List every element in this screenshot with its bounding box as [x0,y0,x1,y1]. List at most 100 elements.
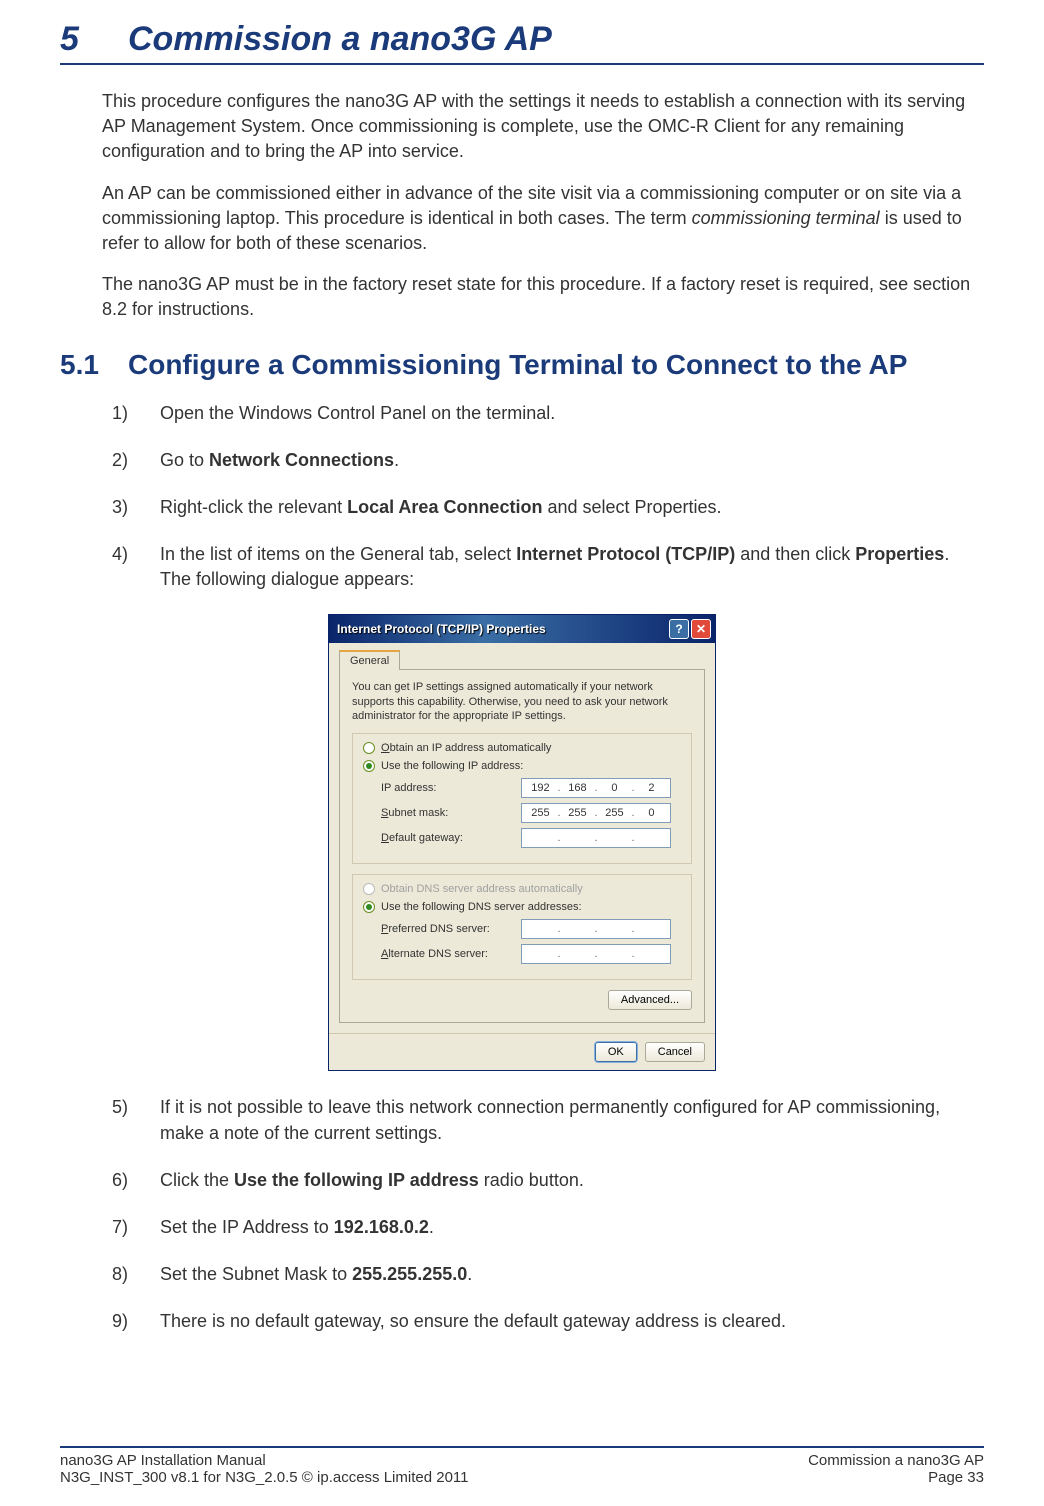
radio-label: Obtain DNS server address automatically [381,883,583,895]
tcpip-properties-dialog: Internet Protocol (TCP/IP) Properties ? … [328,614,716,1071]
octet: 255 [528,807,552,819]
intro-para-1: This procedure configures the nano3G AP … [102,89,984,165]
step-7: 7) Set the IP Address to 192.168.0.2. [112,1215,984,1240]
bold: 255.255.255.0 [352,1264,467,1284]
octet: 255 [602,807,626,819]
radio-obtain-ip-auto[interactable]: Obtain an IP address automatically [363,742,681,754]
radio-label: Use the following IP address: [381,760,523,772]
text: . [394,450,399,470]
step-text: In the list of items on the General tab,… [160,542,984,592]
step-number: 8) [112,1262,160,1287]
step-text: Click the Use the following IP address r… [160,1168,984,1193]
text: Go to [160,450,209,470]
text: . [467,1264,472,1284]
step-5: 5) If it is not possible to leave this n… [112,1095,984,1145]
dialog-titlebar[interactable]: Internet Protocol (TCP/IP) Properties ? … [329,615,715,643]
octet: 255 [565,807,589,819]
footer-doc-title: nano3G AP Installation Manual [60,1452,469,1469]
dialog-screenshot: Internet Protocol (TCP/IP) Properties ? … [60,614,984,1071]
text: Set the IP Address to [160,1217,334,1237]
alternate-dns-row: Alternate DNS server: . . . [363,944,681,964]
text: radio button. [479,1170,584,1190]
preferred-dns-input[interactable]: . . . [521,919,671,939]
step-text: Set the IP Address to 192.168.0.2. [160,1215,984,1240]
radio-label: Use the following DNS server addresses: [381,901,582,913]
footer-doc-version: N3G_INST_300 v8.1 for N3G_2.0.5 © ip.acc… [60,1469,469,1486]
step-text: There is no default gateway, so ensure t… [160,1309,984,1334]
ok-button[interactable]: OK [595,1042,637,1062]
bold: Network Connections [209,450,394,470]
subnet-mask-row: Subnet mask: 255. 255. 255. 0 [363,803,681,823]
text: In the list of items on the General tab,… [160,544,516,564]
advanced-button[interactable]: Advanced... [608,990,692,1010]
radio-label: Obtain an IP address automatically [381,742,551,754]
alternate-dns-label: Alternate DNS server: [381,948,521,960]
step-number: 6) [112,1168,160,1193]
step-number: 7) [112,1215,160,1240]
step-number: 1) [112,401,160,426]
radio-icon [363,883,375,895]
step-text: If it is not possible to leave this netw… [160,1095,984,1145]
ip-address-label: IP address: [381,782,521,794]
intro-para-2: An AP can be commissioned either in adva… [102,181,984,257]
tab-panel-general: You can get IP settings assigned automat… [339,670,705,1023]
radio-obtain-dns-auto: Obtain DNS server address automatically [363,883,681,895]
step-text: Set the Subnet Mask to 255.255.255.0. [160,1262,984,1287]
emphasis: commissioning terminal [692,208,880,228]
step-8: 8) Set the Subnet Mask to 255.255.255.0. [112,1262,984,1287]
radio-icon [363,901,375,913]
help-button[interactable]: ? [669,619,689,639]
step-3: 3) Right-click the relevant Local Area C… [112,495,984,520]
ip-address-row: IP address: 192. 168. 0. 2 [363,778,681,798]
octet: 2 [639,782,663,794]
step-2: 2) Go to Network Connections. [112,448,984,473]
page-footer: nano3G AP Installation Manual N3G_INST_3… [60,1446,984,1486]
alternate-dns-input[interactable]: . . . [521,944,671,964]
titlebar-buttons: ? ✕ [669,619,711,639]
bold: Use the following IP address [234,1170,479,1190]
step-number: 4) [112,542,160,592]
tab-general[interactable]: General [339,650,400,670]
bold: Internet Protocol (TCP/IP) [516,544,735,564]
subnet-mask-input[interactable]: 255. 255. 255. 0 [521,803,671,823]
dialog-footer: OK Cancel [329,1033,715,1070]
close-button[interactable]: ✕ [691,619,711,639]
ip-settings-group: Obtain an IP address automatically Use t… [352,733,692,864]
radio-icon [363,742,375,754]
tab-strip: General [339,649,705,670]
octet: 168 [565,782,589,794]
text: and then click [735,544,855,564]
cancel-button[interactable]: Cancel [645,1042,705,1062]
dialog-description: You can get IP settings assigned automat… [352,680,692,723]
step-text: Open the Windows Control Panel on the te… [160,401,984,426]
text: Set the Subnet Mask to [160,1264,352,1284]
radio-icon [363,760,375,772]
step-9: 9) There is no default gateway, so ensur… [112,1309,984,1334]
default-gateway-input[interactable]: . . . [521,828,671,848]
step-number: 2) [112,448,160,473]
radio-use-following-dns[interactable]: Use the following DNS server addresses: [363,901,681,913]
default-gateway-label: Default gateway: [381,832,521,844]
preferred-dns-label: Preferred DNS server: [381,923,521,935]
radio-use-following-ip[interactable]: Use the following IP address: [363,760,681,772]
text: Click the [160,1170,234,1190]
step-4: 4) In the list of items on the General t… [112,542,984,592]
dns-settings-group: Obtain DNS server address automatically … [352,874,692,980]
footer-chapter-title: Commission a nano3G AP [808,1452,984,1469]
step-text: Right-click the relevant Local Area Conn… [160,495,984,520]
preferred-dns-row: Preferred DNS server: . . . [363,919,681,939]
text: . [429,1217,434,1237]
dialog-title: Internet Protocol (TCP/IP) Properties [337,622,546,636]
step-text: Go to Network Connections. [160,448,984,473]
step-number: 5) [112,1095,160,1145]
advanced-row: Advanced... [352,990,692,1010]
octet: 0 [639,807,663,819]
step-1: 1) Open the Windows Control Panel on the… [112,401,984,426]
bold: 192.168.0.2 [334,1217,429,1237]
ip-address-input[interactable]: 192. 168. 0. 2 [521,778,671,798]
section-number: 5.1 [60,349,128,381]
subnet-mask-label: Subnet mask: [381,807,521,819]
section-header: 5.1 Configure a Commissioning Terminal t… [60,349,984,381]
step-number: 3) [112,495,160,520]
step-6: 6) Click the Use the following IP addres… [112,1168,984,1193]
